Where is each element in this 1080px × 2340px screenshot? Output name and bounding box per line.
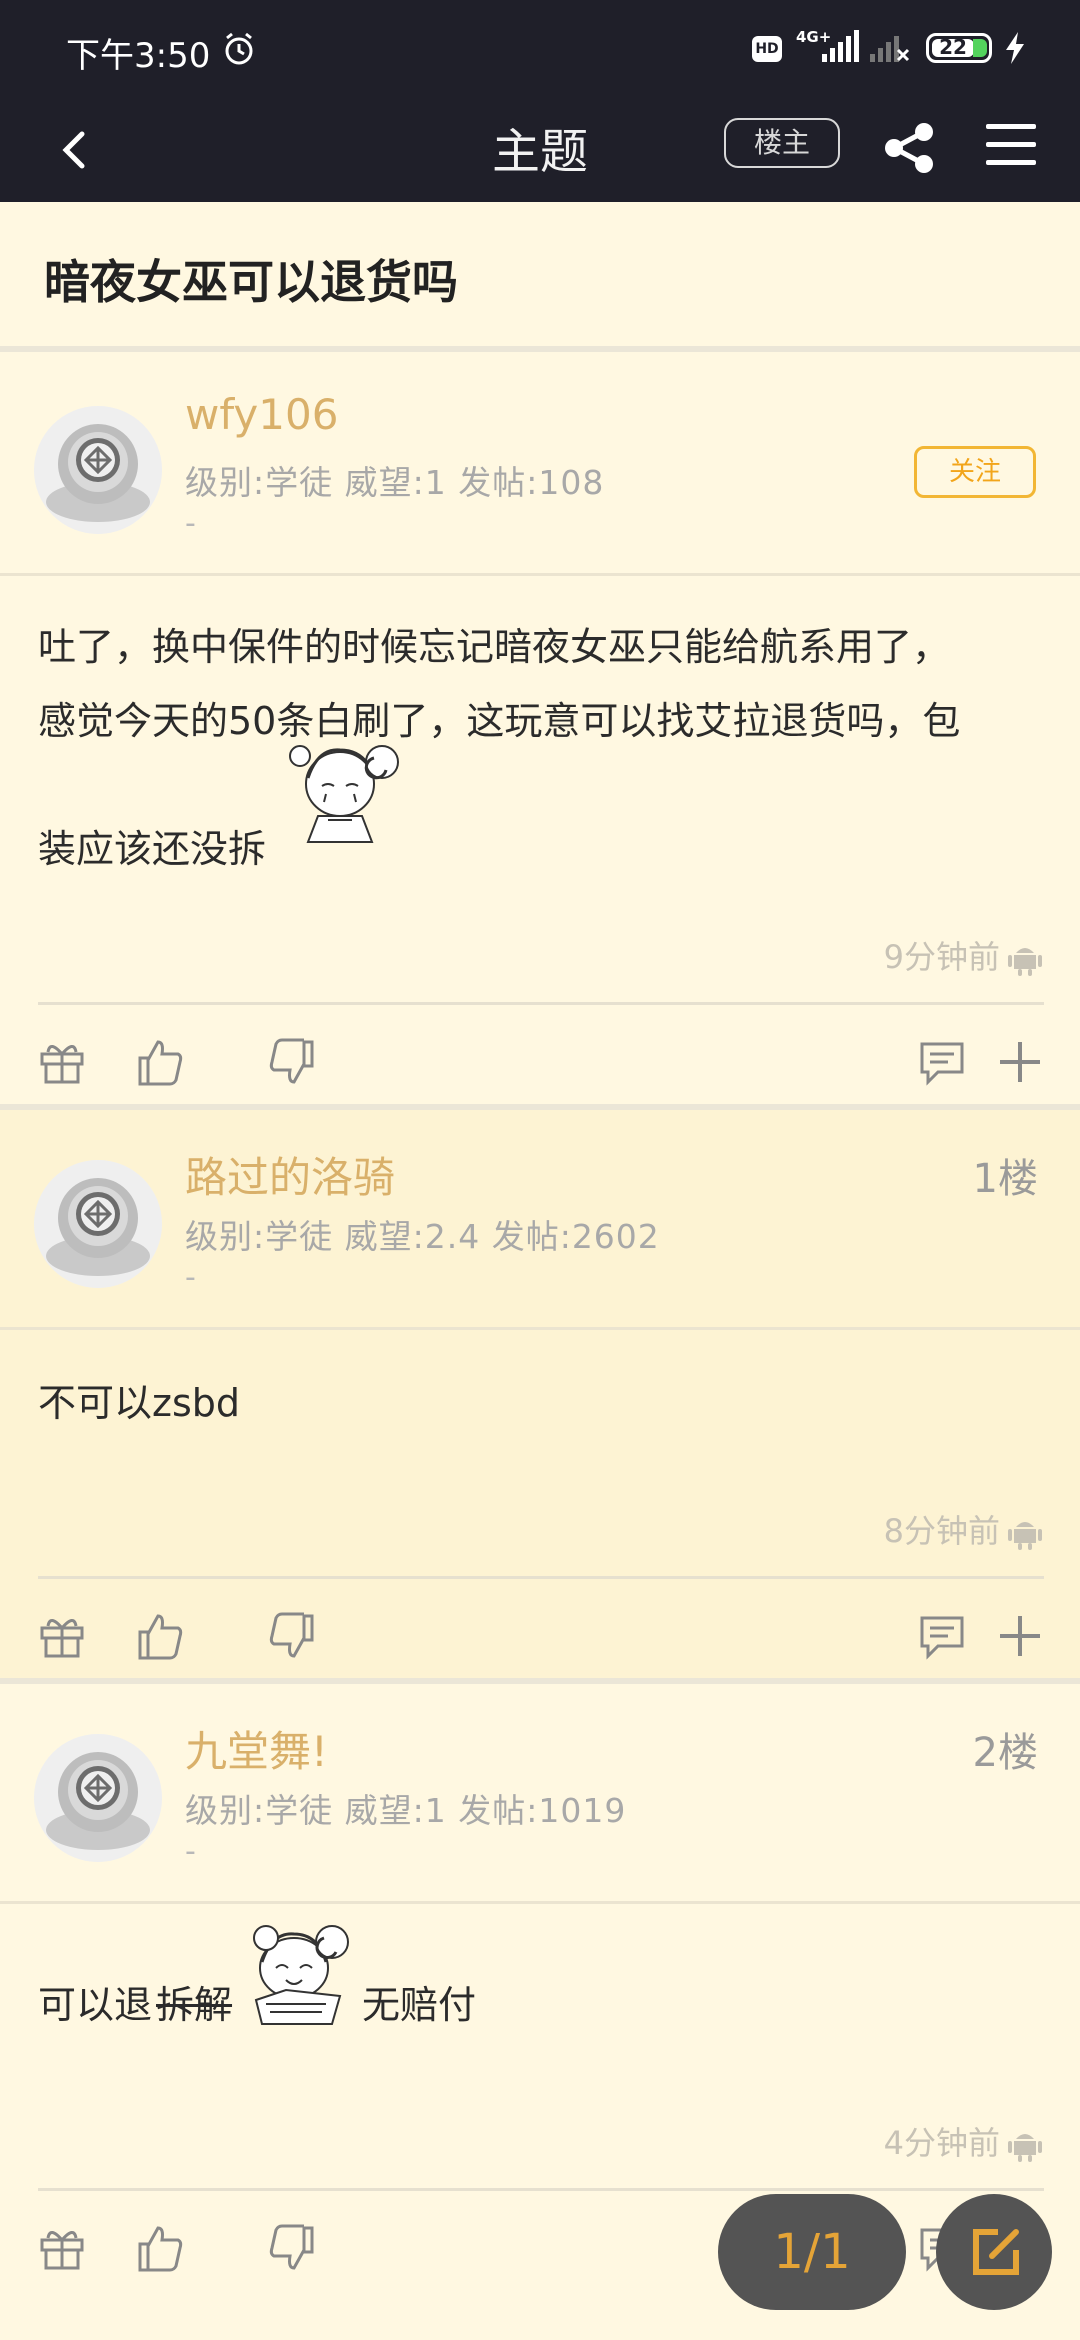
divider [38,2188,1044,2191]
battery-icon: 22 [926,33,992,63]
post-header: wfy106 级别:学徒 威望:1 发帖:108 - 关注 [0,356,1080,576]
thumbs-up-icon[interactable] [134,2222,186,2274]
thumbs-down-icon[interactable] [266,1610,318,1662]
post-content-line-with-sticker: 装应该还没拆 [38,745,1048,871]
post-time: 9分钟前 [884,932,1042,978]
avatar[interactable] [34,406,162,534]
post-content: 吐了，换中保件的时候忘记暗夜女巫只能给航系用了， 感觉今天的50条白刷了，这玩意… [38,610,1048,871]
post-actions [0,1016,1080,1116]
thumbs-down-icon[interactable] [266,1036,318,1088]
avatar[interactable] [34,1734,162,1862]
page-indicator-button[interactable]: 1/1 [718,2194,906,2310]
plus-icon[interactable] [994,1036,1046,1088]
floor-number: 1楼 [972,1156,1038,1202]
comment-icon[interactable] [916,1036,968,1088]
edit-icon [973,2229,1019,2275]
strikethrough-text: 拆解 [156,1983,233,2027]
op-only-button[interactable]: 楼主 [724,118,840,168]
user-signature: - [185,506,196,541]
post-content-line: 感觉今天的50条白刷了，这玩意可以找艾拉退货吗，包 [38,699,961,743]
post-time-text: 8分钟前 [883,1512,1000,1550]
avatar[interactable] [34,1160,162,1288]
android-icon [1008,948,1042,976]
top-bar: 下午3:50 HD 4G+ 22 主题 楼主 [0,0,1080,202]
thumbs-down-icon[interactable] [266,2222,318,2274]
thread-title-section: 暗夜女巫可以退货吗 [0,202,1080,352]
gift-icon[interactable] [36,1036,88,1088]
thread-title: 暗夜女巫可以退货吗 [44,255,458,309]
user-signature: - [185,1260,196,1295]
user-meta: 级别:学徒 威望:1 发帖:108 [185,463,605,502]
username[interactable]: 路过的洛骑 [185,1144,395,1205]
post-time-text: 9分钟前 [883,938,1000,976]
post-reply-2: 九堂舞! 级别:学徒 威望:1 发帖:1019 - 2楼 可以退 拆解 无赔付 4… [0,1684,1080,2340]
share-icon[interactable] [880,118,940,178]
post-reply-1: 路过的洛骑 级别:学徒 威望:2.4 发帖:2602 - 1楼 不可以zsbd … [0,1110,1080,1680]
user-signature: - [185,1834,196,1869]
gift-icon[interactable] [36,1610,88,1662]
username[interactable]: 九堂舞! [185,1718,328,1779]
post-actions [0,2202,1080,2302]
post-original: wfy106 级别:学徒 威望:1 发帖:108 - 关注 吐了，换中保件的时候… [0,356,1080,1106]
user-meta: 级别:学徒 威望:1 发帖:1019 [185,1791,627,1830]
post-content-text: 可以退 [38,1983,153,2027]
android-icon [1008,2134,1042,2162]
comment-icon[interactable] [916,1610,968,1662]
divider [38,1576,1044,1579]
divider [38,1002,1044,1005]
post-header: 九堂舞! 级别:学徒 威望:1 发帖:1019 - 2楼 [0,1684,1080,1904]
nav-bar: 主题 楼主 [0,100,1080,202]
post-time: 4分钟前 [884,2118,1042,2164]
post-header: 路过的洛骑 级别:学徒 威望:2.4 发帖:2602 - 1楼 [0,1110,1080,1330]
username[interactable]: wfy106 [185,390,338,439]
laughing-girl-sticker [253,1925,350,2025]
post-time-text: 4分钟前 [883,2124,1000,2162]
thumbs-up-icon[interactable] [134,1610,186,1662]
thumbs-up-icon[interactable] [134,1036,186,1088]
signal-off-icon [870,36,910,62]
charging-icon [1006,32,1024,64]
battery-level: 22 [939,35,967,59]
floor-number: 2楼 [972,1730,1038,1776]
follow-button[interactable]: 关注 [914,446,1036,498]
hd-icon: HD [752,36,782,62]
post-content: 可以退 拆解 无赔付 [38,1925,1048,2042]
status-time: 下午3:50 [66,36,211,76]
post-time: 8分钟前 [884,1506,1042,1552]
status-bar: 下午3:50 HD 4G+ 22 [0,0,1080,100]
menu-icon[interactable] [986,120,1036,170]
user-meta: 级别:学徒 威望:2.4 发帖:2602 [185,1217,660,1256]
signal-icon [822,30,859,62]
post-content: 不可以zsbd [38,1381,240,1425]
post-actions [0,1590,1080,1690]
crying-girl-sticker [289,745,400,843]
gift-icon[interactable] [36,2222,88,2274]
android-icon [1008,1522,1042,1550]
post-content-line: 吐了，换中保件的时候忘记暗夜女巫只能给航系用了， [38,625,951,669]
post-content-text: 装应该还没拆 [38,827,267,871]
compose-button[interactable] [936,2194,1052,2310]
alarm-icon [225,32,253,65]
post-content-text: 无赔付 [362,1983,477,2027]
plus-icon[interactable] [994,1610,1046,1662]
